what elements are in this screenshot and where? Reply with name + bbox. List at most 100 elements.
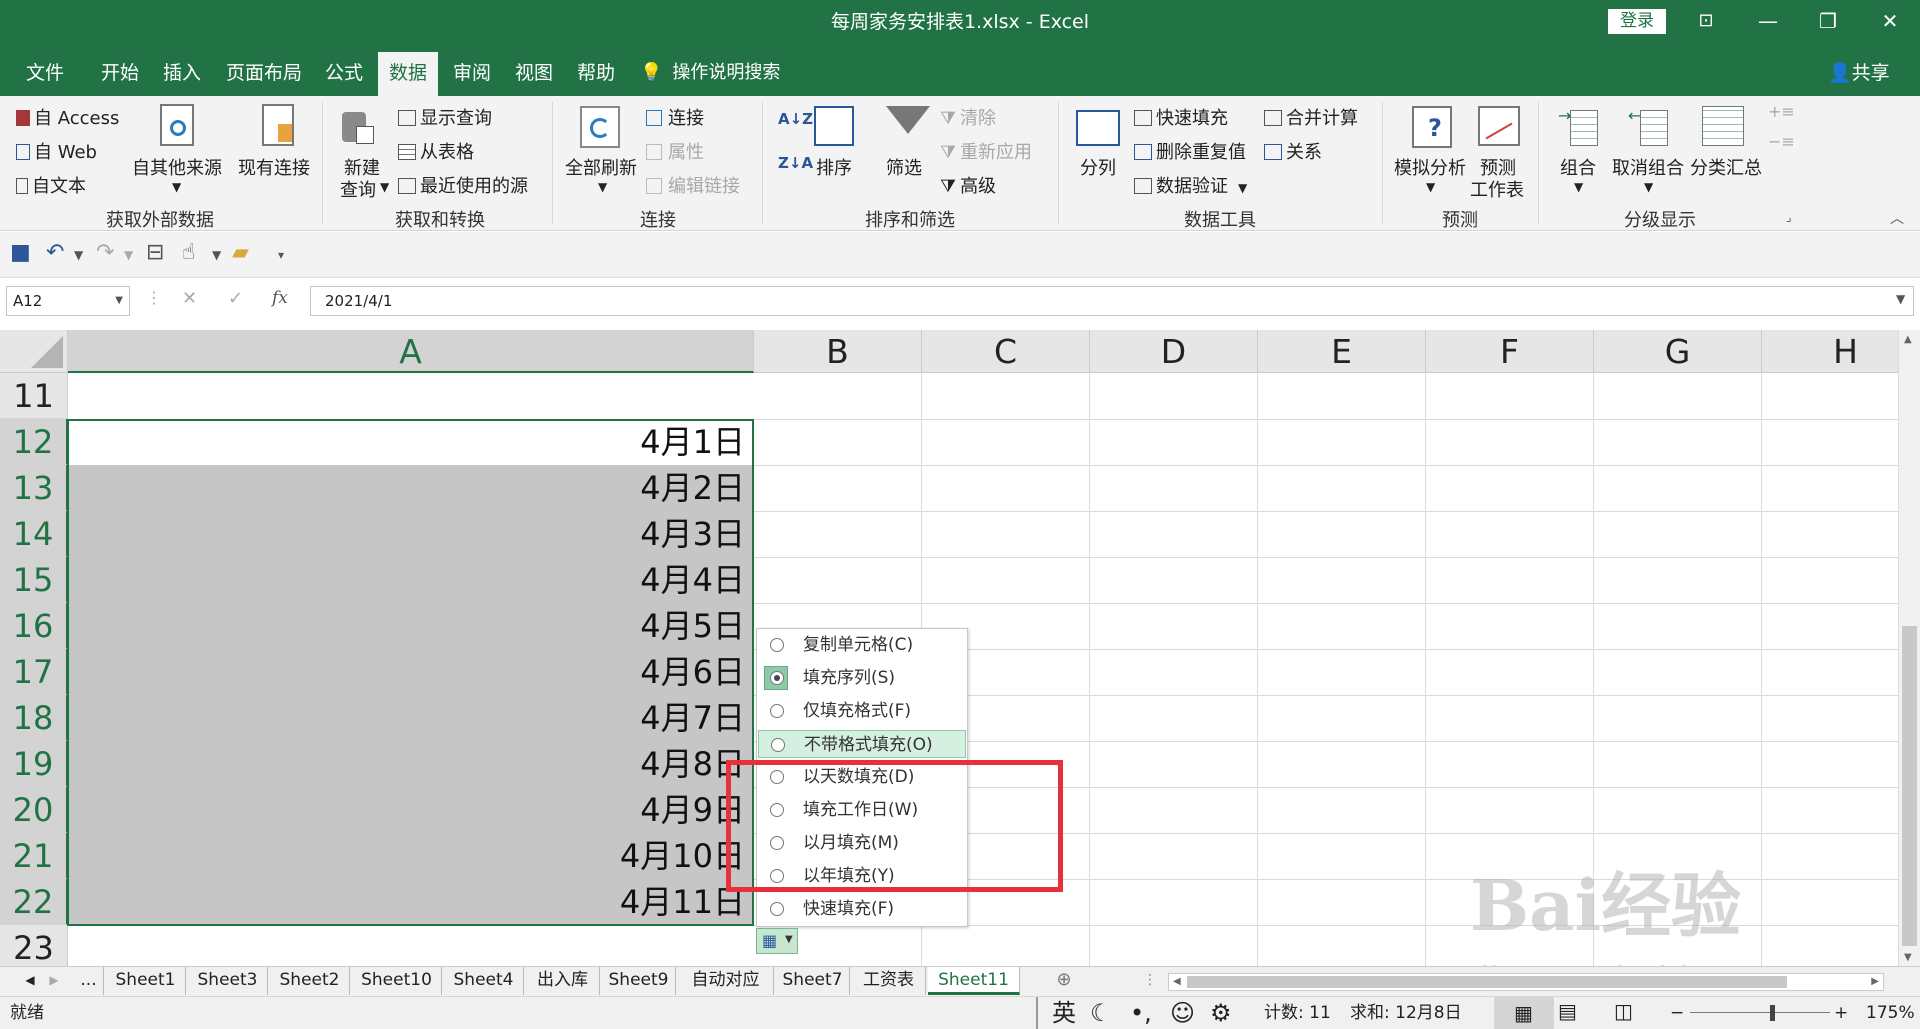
row-header-16[interactable]: 16 (0, 603, 68, 649)
forecast-sheet-label-2[interactable]: 工作表 (1470, 176, 1524, 202)
sheet-tab-sheet9[interactable]: Sheet9 (602, 967, 676, 995)
new-query-label-2[interactable]: 查询 (340, 176, 376, 202)
cell-a23[interactable] (68, 925, 753, 966)
scroll-up-icon[interactable]: ▲ (1904, 334, 1912, 345)
horizontal-scroll-thumb[interactable] (1187, 976, 1787, 988)
show-detail-icon[interactable]: +≡ (1768, 102, 1795, 121)
autofill-fill-years[interactable]: 以年填充(Y) (758, 862, 966, 890)
scroll-down-icon[interactable]: ▼ (1904, 952, 1912, 963)
other-sources-button[interactable]: 自其他来源 (132, 154, 222, 180)
tell-me-search[interactable]: 💡 操作说明搜索 (640, 52, 780, 94)
undo-icon[interactable]: ↶ (46, 240, 64, 265)
from-text-button[interactable]: 自文本 (16, 172, 86, 198)
sort-button[interactable]: 排序 (816, 154, 852, 180)
confirm-entry-button[interactable]: ✓ (228, 288, 243, 309)
what-if-analysis-button[interactable]: 模拟分析 (1394, 154, 1466, 180)
autofill-flash-fill[interactable]: 快速填充(F) (758, 895, 966, 923)
undo-dropdown-icon[interactable]: ▼ (74, 248, 83, 262)
ungroup-button[interactable]: 取消组合 (1612, 154, 1684, 180)
reapply-button[interactable]: ⧩ 重新应用 (940, 138, 1032, 164)
sheet-tab-sheet1[interactable]: Sheet1 (106, 967, 186, 995)
moon-icon[interactable]: ☾ (1090, 997, 1112, 1029)
show-queries-button[interactable]: 显示查询 (398, 104, 492, 130)
from-web-button[interactable]: 自 Web (16, 138, 97, 164)
page-layout-icon[interactable]: ⊟ (146, 240, 164, 265)
row-header-12[interactable]: 12 (0, 419, 68, 465)
text-to-columns-button[interactable]: 分列 (1080, 154, 1116, 180)
refresh-all-dropdown-icon[interactable]: ▼ (598, 180, 607, 194)
column-header-h[interactable]: H (1762, 330, 1900, 373)
scroll-tabs-left-icon[interactable]: ◀ (20, 967, 40, 995)
autofill-options-button[interactable]: ▦ ▼ (756, 928, 798, 954)
tab-data[interactable]: 数据 (378, 52, 438, 96)
new-sheet-icon[interactable]: ⊕ (1050, 967, 1078, 995)
zoom-out-button[interactable]: − (1670, 1001, 1684, 1025)
formula-input[interactable]: 2021/4/1 (310, 286, 1914, 316)
row-header-21[interactable]: 21 (0, 833, 68, 879)
autofill-fill-months[interactable]: 以月填充(M) (758, 829, 966, 857)
new-query-dropdown-icon[interactable]: ▼ (380, 180, 389, 194)
sheet-tab-payroll[interactable]: 工资表 (852, 967, 926, 995)
cell-a22[interactable]: 4月11日 (68, 879, 753, 925)
tab-help[interactable]: 帮助 (566, 52, 626, 96)
from-access-button[interactable]: 自 Access (16, 104, 119, 130)
ungroup-dropdown-icon[interactable]: ▼ (1644, 180, 1653, 194)
row-header-13[interactable]: 13 (0, 465, 68, 511)
customize-qat-icon[interactable]: ▾ (278, 248, 284, 262)
autofill-fill-days[interactable]: 以天数填充(D) (758, 763, 966, 791)
outline-dialog-launcher-icon[interactable]: ⌟ (1786, 210, 1792, 224)
tab-review[interactable]: 审阅 (442, 52, 502, 96)
clear-filter-button[interactable]: ⧩ 清除 (940, 104, 996, 130)
flash-fill-button[interactable]: 快速填充 (1134, 104, 1228, 130)
tabs-splitter-icon[interactable]: ⋮ (1140, 967, 1160, 995)
row-header-18[interactable]: 18 (0, 695, 68, 741)
group-button[interactable]: 组合 (1560, 154, 1596, 180)
autofill-fill-series[interactable]: 填充序列(S) (758, 664, 966, 692)
row-header-19[interactable]: 19 (0, 741, 68, 787)
column-header-e[interactable]: E (1258, 330, 1426, 373)
vertical-scroll-thumb[interactable] (1902, 626, 1917, 946)
cancel-entry-button[interactable]: ✕ (182, 288, 197, 309)
zoom-level[interactable]: 175% (1866, 1001, 1915, 1025)
relationships-button[interactable]: 关系 (1264, 138, 1322, 164)
zoom-slider-track[interactable] (1690, 1012, 1830, 1013)
hide-detail-icon[interactable]: −≡ (1768, 132, 1795, 151)
sheet-tab-sheet2[interactable]: Sheet2 (270, 967, 350, 995)
normal-view-button[interactable]: ▦ (1494, 997, 1554, 1029)
cell-a21[interactable]: 4月10日 (68, 833, 753, 879)
filter-button[interactable]: 筛选 (886, 154, 922, 180)
row-header-15[interactable]: 15 (0, 557, 68, 603)
remove-duplicates-button[interactable]: 删除重复值 (1134, 138, 1246, 164)
minimize-button[interactable]: — (1738, 0, 1798, 42)
smiley-icon[interactable]: ☺ (1170, 997, 1195, 1029)
sheet-tab-sheet4[interactable]: Sheet4 (444, 967, 524, 995)
open-folder-icon[interactable]: ▰ (232, 240, 249, 265)
cell-a16[interactable]: 4月5日 (68, 603, 753, 649)
tab-file[interactable]: 文件 (14, 52, 76, 96)
refresh-all-button[interactable]: 全部刷新 (565, 154, 637, 180)
zoom-slider-thumb[interactable] (1770, 1005, 1775, 1021)
existing-connections-button[interactable]: 现有连接 (238, 154, 310, 180)
autofill-fill-without-formatting[interactable]: 不带格式填充(O) (758, 730, 966, 758)
sheet-tab-more[interactable]: ... (74, 967, 104, 995)
cell-a13[interactable]: 4月2日 (68, 465, 753, 511)
sort-ascending-icon[interactable]: A↓Z (778, 110, 813, 128)
properties-button[interactable]: 属性 (646, 138, 704, 164)
connections-button[interactable]: 连接 (646, 104, 704, 130)
punctuation-icon[interactable]: •, (1130, 997, 1152, 1029)
row-header-14[interactable]: 14 (0, 511, 68, 557)
redo-dropdown-icon[interactable]: ▼ (124, 248, 133, 262)
close-button[interactable]: ✕ (1860, 0, 1920, 42)
data-validation-dropdown-icon[interactable]: ▼ (1238, 181, 1247, 195)
cell-a12[interactable]: 4月1日 (68, 419, 753, 465)
cell-a20[interactable]: 4月9日 (68, 787, 753, 833)
touch-mode-icon[interactable]: ☝ (182, 240, 195, 265)
sheet-tab-sheet10[interactable]: Sheet10 (352, 967, 442, 995)
login-button[interactable]: 登录 (1608, 9, 1666, 34)
scroll-left-icon[interactable]: ◀ (1173, 974, 1181, 990)
other-sources-dropdown-icon[interactable]: ▼ (172, 180, 181, 194)
scroll-tabs-right-icon[interactable]: ▶ (44, 967, 64, 995)
ribbon-display-options-icon[interactable]: ⊡ (1676, 0, 1736, 42)
what-if-dropdown-icon[interactable]: ▼ (1426, 180, 1435, 194)
column-header-f[interactable]: F (1426, 330, 1594, 373)
